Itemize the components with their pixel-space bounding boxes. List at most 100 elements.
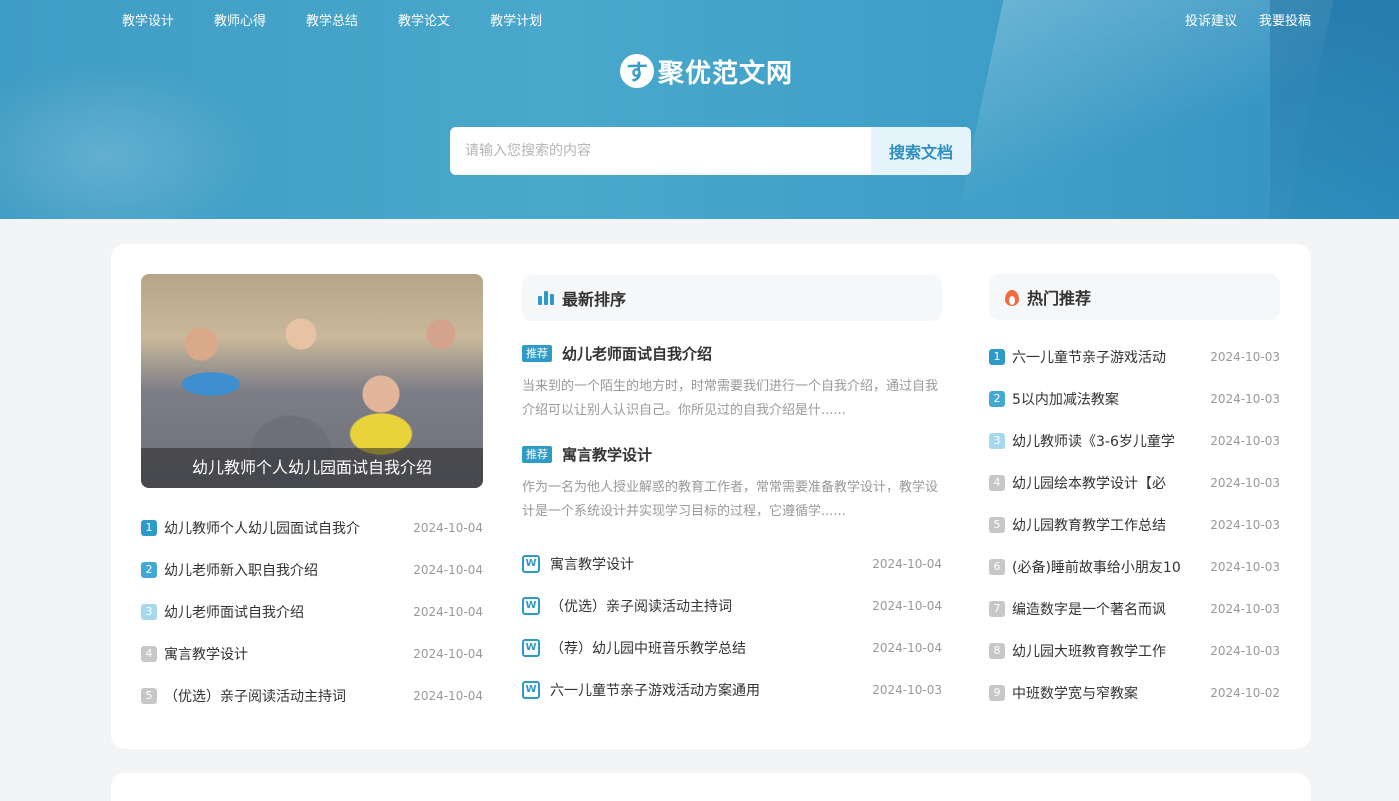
rank-badge: 7 [989, 601, 1005, 617]
featured-image[interactable]: 幼儿教师个人幼儿园面试自我介绍 [141, 274, 483, 488]
logo-text: 聚优范文网 [658, 58, 794, 89]
latest-section-title: 最新排序 [562, 290, 627, 309]
list-item[interactable]: 1 幼儿教师个人幼儿园面试自我介 2024-10-04 [141, 507, 483, 549]
list-item[interactable]: W （优选）亲子阅读活动主持词 2024-10-04 [522, 585, 942, 627]
list-item-title: 幼儿老师面试自我介绍 [164, 605, 304, 621]
list-item[interactable]: 9 中班数学宽与窄教案 2024-10-02 [989, 672, 1280, 714]
logo-icon: す [620, 54, 654, 88]
list-item-title: 编造数字是一个著名而讽 [1012, 602, 1166, 618]
list-item-title: 5以内加减法教案 [1012, 392, 1119, 408]
top-nav: 教学设计 教师心得 教学总结 教学论文 教学计划 [122, 13, 582, 31]
list-item[interactable]: W （荐）幼儿园中班音乐教学总结 2024-10-04 [522, 627, 942, 669]
header-banner: 教学设计 教师心得 教学总结 教学论文 教学计划 投诉建议 我要投稿 す 聚优范… [0, 0, 1399, 219]
rank-badge: 5 [989, 517, 1005, 533]
rank-badge: 5 [141, 688, 157, 704]
list-item-title: （荐）幼儿园中班音乐教学总结 [550, 641, 746, 657]
top-nav-right: 投诉建议 我要投稿 [1163, 13, 1311, 31]
nav-link-teacher-notes[interactable]: 教师心得 [214, 13, 266, 31]
list-item-title: 幼儿园教育教学工作总结 [1012, 518, 1166, 534]
fire-icon [1005, 288, 1019, 306]
content-card-second [111, 773, 1311, 801]
list-item-title: 幼儿园绘本教学设计【必 [1012, 476, 1166, 492]
list-item-title: （优选）亲子阅读活动主持词 [550, 599, 732, 615]
recommended-title[interactable]: 寓言教学设计 [562, 444, 652, 465]
banner-decoration [1270, 0, 1399, 219]
nav-link-teaching-papers[interactable]: 教学论文 [398, 13, 450, 31]
rank-badge: 3 [989, 433, 1005, 449]
hot-section-header: 热门推荐 [989, 274, 1280, 320]
list-item-date: 2024-10-03 [1210, 644, 1280, 658]
list-item-date: 2024-10-04 [413, 605, 483, 619]
list-item-date: 2024-10-03 [1210, 392, 1280, 406]
latest-article-list: W 寓言教学设计 2024-10-04 W （优选）亲子阅读活动主持词 2024… [522, 543, 942, 711]
banner-decoration [0, 60, 260, 219]
list-item-title: 幼儿教师读《3-6岁儿童学 [1012, 434, 1175, 450]
list-item-date: 2024-10-03 [1210, 602, 1280, 616]
list-item-date: 2024-10-04 [413, 563, 483, 577]
rank-badge: 6 [989, 559, 1005, 575]
nav-link-teaching-design[interactable]: 教学设计 [122, 13, 174, 31]
list-item-title: 中班数学宽与窄教案 [1012, 686, 1138, 702]
recommended-title[interactable]: 幼儿老师面试自我介绍 [562, 343, 712, 364]
search-input[interactable] [450, 127, 871, 175]
list-item[interactable]: 4 寓言教学设计 2024-10-04 [141, 633, 483, 675]
latest-section-header: 最新排序 [522, 275, 942, 321]
list-item-date: 2024-10-04 [413, 521, 483, 535]
list-item-date: 2024-10-03 [1210, 518, 1280, 532]
recommended-description: 当来到的一个陌生的地方时，时常需要我们进行一个自我介绍，通过自我介绍可以让别人认… [522, 379, 939, 418]
word-doc-icon: W [522, 681, 540, 699]
rank-badge: 2 [989, 391, 1005, 407]
list-item[interactable]: 2 幼儿老师新入职自我介绍 2024-10-04 [141, 549, 483, 591]
list-item[interactable]: 3 幼儿老师面试自我介绍 2024-10-04 [141, 591, 483, 633]
list-item-title: （优选）亲子阅读活动主持词 [164, 689, 346, 705]
list-item[interactable]: 4 幼儿园绘本教学设计【必 2024-10-03 [989, 462, 1280, 504]
list-item-date: 2024-10-03 [1210, 560, 1280, 574]
list-item-date: 2024-10-02 [1210, 686, 1280, 700]
nav-link-teaching-summary[interactable]: 教学总结 [306, 13, 358, 31]
recommended-article[interactable]: 推荐 幼儿老师面试自我介绍 当来到的一个陌生的地方时，时常需要我们进行一个自我介… [522, 343, 942, 423]
rank-badge: 3 [141, 604, 157, 620]
search-button[interactable]: 搜索文档 [871, 127, 971, 175]
list-item-date: 2024-10-04 [413, 689, 483, 703]
search-bar: 搜索文档 [450, 127, 971, 175]
list-item-title: 幼儿园大班教育教学工作 [1012, 644, 1166, 660]
recommended-article[interactable]: 推荐 寓言教学设计 作为一名为他人授业解惑的教育工作者，常常需要准备教学设计，教… [522, 444, 942, 524]
nav-link-teaching-plan[interactable]: 教学计划 [490, 13, 542, 31]
word-doc-icon: W [522, 639, 540, 657]
list-item-title: (必备)睡前故事给小朋友10 [1012, 560, 1181, 576]
list-item-date: 2024-10-04 [872, 641, 942, 655]
list-item-date: 2024-10-03 [872, 683, 942, 697]
list-item[interactable]: 1 六一儿童节亲子游戏活动 2024-10-03 [989, 336, 1280, 378]
featured-caption: 幼儿教师个人幼儿园面试自我介绍 [141, 448, 483, 488]
left-article-list: 1 幼儿教师个人幼儿园面试自我介 2024-10-04 2 幼儿老师新入职自我介… [141, 507, 483, 717]
list-item-date: 2024-10-04 [413, 647, 483, 661]
list-item[interactable]: 5 （优选）亲子阅读活动主持词 2024-10-04 [141, 675, 483, 717]
list-item-title: 幼儿老师新入职自我介绍 [164, 563, 318, 579]
list-item-date: 2024-10-03 [1210, 434, 1280, 448]
list-item-date: 2024-10-04 [872, 557, 942, 571]
list-item[interactable]: 8 幼儿园大班教育教学工作 2024-10-03 [989, 630, 1280, 672]
list-item-date: 2024-10-04 [872, 599, 942, 613]
list-item[interactable]: 2 5以内加减法教案 2024-10-03 [989, 378, 1280, 420]
site-logo[interactable]: す 聚优范文网 [620, 52, 793, 90]
list-item[interactable]: W 六一儿童节亲子游戏活动方案通用 2024-10-03 [522, 669, 942, 711]
rank-badge: 2 [141, 562, 157, 578]
list-item-date: 2024-10-03 [1210, 476, 1280, 490]
complaint-link[interactable]: 投诉建议 [1185, 13, 1237, 31]
bar-chart-icon [538, 291, 554, 305]
hot-article-list: 1 六一儿童节亲子游戏活动 2024-10-03 2 5以内加减法教案 2024… [989, 336, 1280, 714]
list-item-title: 六一儿童节亲子游戏活动 [1012, 350, 1166, 366]
rank-badge: 1 [141, 520, 157, 536]
list-item-date: 2024-10-03 [1210, 350, 1280, 364]
list-item-title: 六一儿童节亲子游戏活动方案通用 [550, 683, 760, 699]
submit-article-link[interactable]: 我要投稿 [1259, 13, 1311, 31]
list-item-title: 幼儿教师个人幼儿园面试自我介 [164, 521, 360, 537]
list-item[interactable]: 7 编造数字是一个著名而讽 2024-10-03 [989, 588, 1280, 630]
list-item[interactable]: 3 幼儿教师读《3-6岁儿童学 2024-10-03 [989, 420, 1280, 462]
word-doc-icon: W [522, 597, 540, 615]
rank-badge: 4 [141, 646, 157, 662]
list-item[interactable]: W 寓言教学设计 2024-10-04 [522, 543, 942, 585]
rank-badge: 4 [989, 475, 1005, 491]
list-item[interactable]: 6 (必备)睡前故事给小朋友10 2024-10-03 [989, 546, 1280, 588]
list-item[interactable]: 5 幼儿园教育教学工作总结 2024-10-03 [989, 504, 1280, 546]
